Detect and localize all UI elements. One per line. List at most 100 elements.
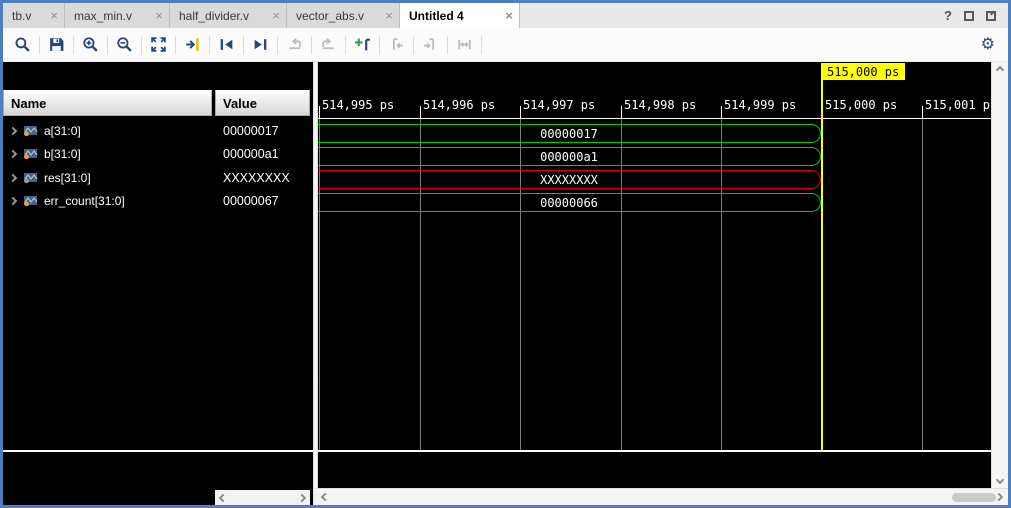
wave-bus-a: 00000017 <box>318 124 821 143</box>
gridline <box>621 119 622 450</box>
horizontal-scrollbar[interactable] <box>315 488 1008 505</box>
signal-row-res[interactable]: res[31:0] <box>3 167 212 189</box>
tab-bar: tb.v × max_min.v × half_divider.v × vect… <box>3 3 1008 28</box>
float-window-icon[interactable] <box>986 11 996 21</box>
tab-half-divider-v[interactable]: half_divider.v × <box>170 3 287 28</box>
expand-chevron-icon[interactable] <box>9 150 17 158</box>
bus-value-label: 00000017 <box>540 127 598 141</box>
search-icon[interactable] <box>9 32 36 58</box>
signal-name: b[31:0] <box>44 147 81 161</box>
help-icon[interactable]: ? <box>944 8 952 23</box>
go-to-time-icon[interactable] <box>179 32 206 58</box>
waveform-viewer-window: tb.v × max_min.v × half_divider.v × vect… <box>0 0 1011 508</box>
scroll-right-icon[interactable] <box>298 493 306 501</box>
toolbar-separator <box>141 36 142 54</box>
tab-label: Untitled 4 <box>409 9 464 23</box>
scrollbar-thumb[interactable] <box>952 493 996 502</box>
wave-bus-b: 000000a1 <box>318 147 821 166</box>
signal-row-a[interactable]: a[31:0] <box>3 120 212 142</box>
axis-tick-label: 514,996 ps <box>423 98 495 112</box>
expand-chevron-icon[interactable] <box>9 127 17 135</box>
axis-tick <box>621 106 622 118</box>
toolbar-separator <box>73 36 74 54</box>
axis-tick-label: 515,000 ps <box>825 98 897 112</box>
axis-tick-label: 514,997 ps <box>523 98 595 112</box>
next-transition-icon[interactable] <box>247 32 274 58</box>
wave-bus-res: XXXXXXXX <box>318 170 821 189</box>
axis-tick <box>721 106 722 118</box>
bus-signal-icon <box>23 172 38 184</box>
toolbar-separator <box>345 36 346 54</box>
bus-signal-icon <box>23 125 38 137</box>
signal-row-b[interactable]: b[31:0] <box>3 143 212 165</box>
wave-bottom-line <box>318 450 991 452</box>
add-marker-icon[interactable] <box>349 32 376 58</box>
expand-chevron-icon[interactable] <box>9 197 17 205</box>
gridline <box>520 119 521 450</box>
scroll-down-icon[interactable] <box>996 476 1004 484</box>
toolbar-separator <box>481 36 482 54</box>
time-cursor[interactable] <box>821 79 823 450</box>
gridline <box>922 119 923 450</box>
signal-value: XXXXXXXX <box>215 167 310 189</box>
previous-transition-icon[interactable] <box>213 32 240 58</box>
axis-tick <box>319 106 320 118</box>
save-icon[interactable] <box>43 32 70 58</box>
signal-name: err_count[31:0] <box>44 194 125 208</box>
toolbar-separator <box>243 36 244 54</box>
bus-value-label: 000000a1 <box>540 150 598 164</box>
window-controls: ? <box>944 3 1008 28</box>
axis-tick-label: 515,001 ps <box>925 98 991 112</box>
previous-marker-icon[interactable] <box>383 32 410 58</box>
bus-value-label: XXXXXXXX <box>540 173 598 187</box>
toolbar-separator <box>175 36 176 54</box>
tab-label: half_divider.v <box>179 9 249 23</box>
signal-name: res[31:0] <box>44 171 91 185</box>
gear-icon[interactable]: ⚙ <box>981 37 995 53</box>
move-backward-icon[interactable] <box>281 32 308 58</box>
signal-row-err-count[interactable]: err_count[31:0] <box>3 190 212 212</box>
tab-vector-abs-v[interactable]: vector_abs.v × <box>287 3 400 28</box>
vertical-scrollbar[interactable] <box>991 62 1008 488</box>
wave-canvas[interactable]: 515,000 ps 514,995 ps 514,996 ps 514,997… <box>318 62 991 505</box>
signal-value: 00000067 <box>215 190 310 212</box>
signal-value: 000000a1 <box>215 143 310 165</box>
tab-tb-v[interactable]: tb.v × <box>3 3 65 28</box>
bus-signal-icon <box>23 148 38 160</box>
next-marker-icon[interactable] <box>417 32 444 58</box>
scroll-right-icon[interactable] <box>995 493 1003 501</box>
toolbar-separator <box>379 36 380 54</box>
zoom-in-icon[interactable] <box>77 32 104 58</box>
wave-bus-err-count: 00000066 <box>318 193 821 212</box>
axis-tick-label: 514,998 ps <box>624 98 696 112</box>
zoom-fit-icon[interactable] <box>145 32 172 58</box>
close-icon[interactable]: × <box>46 8 58 23</box>
toolbar-separator <box>277 36 278 54</box>
value-column-scrollbar[interactable] <box>215 490 310 505</box>
scroll-left-icon[interactable] <box>321 493 329 501</box>
expand-chevron-icon[interactable] <box>9 174 17 182</box>
cursor-time-label: 515,000 ps <box>821 63 905 80</box>
swap-markers-icon[interactable] <box>451 32 478 58</box>
name-column-header: Name <box>3 90 212 116</box>
bus-signal-icon <box>23 195 38 207</box>
axis-tick <box>420 106 421 118</box>
waveform-main: Name Value a[31:0] b[31:0] res[31:0] err <box>3 62 1008 505</box>
value-column-header: Value <box>215 90 310 116</box>
axis-tick <box>520 106 521 118</box>
maximize-icon[interactable] <box>964 11 974 21</box>
close-icon[interactable]: × <box>151 8 163 23</box>
gridline <box>721 119 722 450</box>
toolbar-separator <box>209 36 210 54</box>
close-icon[interactable]: × <box>501 8 513 23</box>
tab-untitled-4[interactable]: Untitled 4 × <box>400 3 520 28</box>
signal-name: a[31:0] <box>44 124 81 138</box>
scroll-up-icon[interactable] <box>996 66 1004 74</box>
move-forward-icon[interactable] <box>315 32 342 58</box>
tab-bar-spacer <box>520 3 944 28</box>
scroll-left-icon[interactable] <box>219 493 227 501</box>
close-icon[interactable]: × <box>268 8 280 23</box>
zoom-out-icon[interactable] <box>111 32 138 58</box>
close-icon[interactable]: × <box>381 8 393 23</box>
tab-max-min-v[interactable]: max_min.v × <box>65 3 170 28</box>
